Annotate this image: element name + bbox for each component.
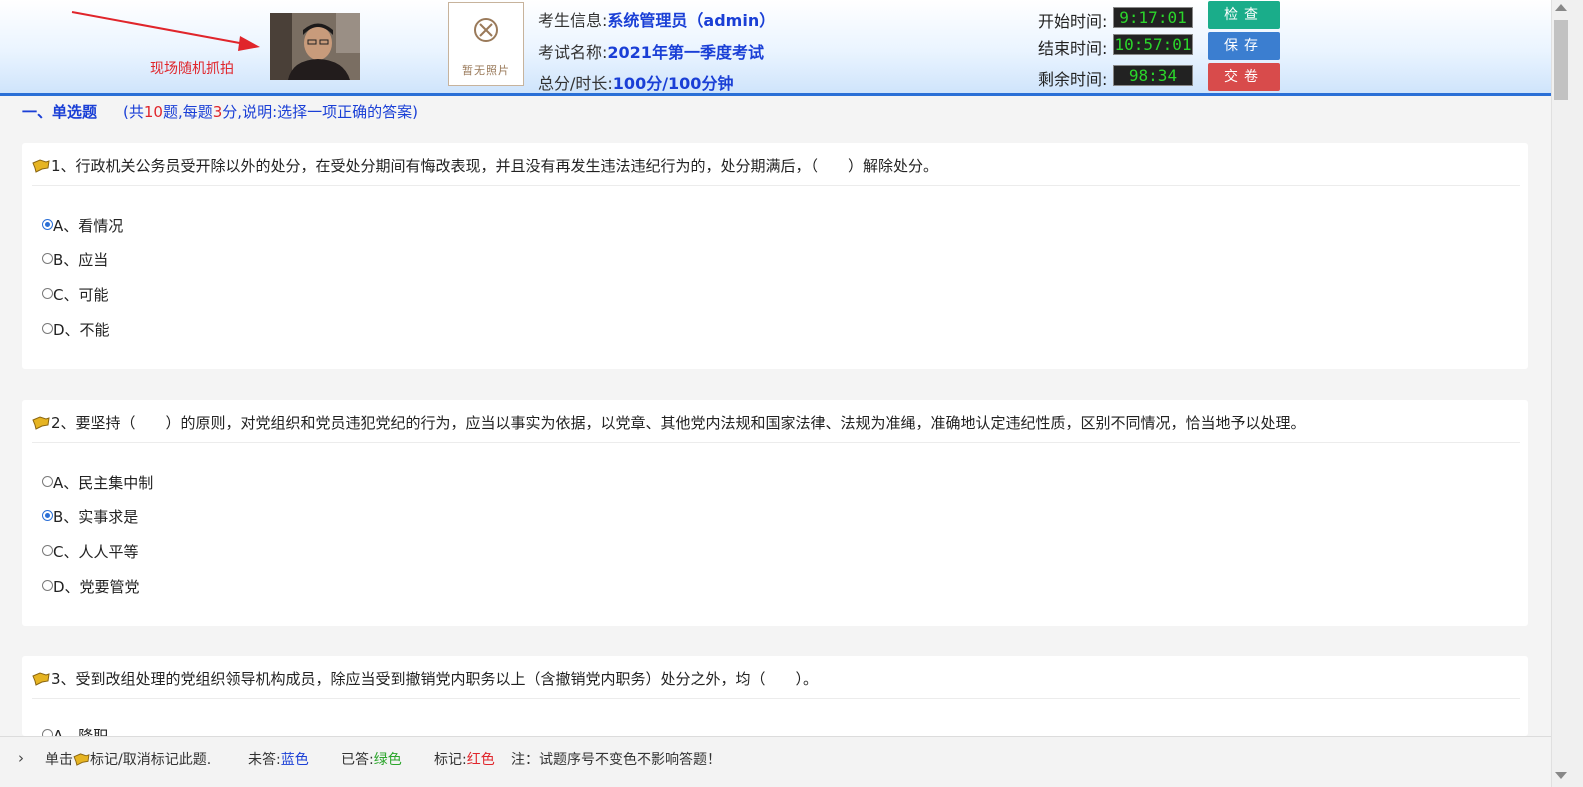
section-desc-prefix: (共 <box>123 103 144 121</box>
section-desc-suffix: 分,说明:选择一项正确的答案) <box>222 103 418 121</box>
option-b[interactable]: B、应当 <box>42 249 108 270</box>
option-a[interactable]: A、降职 <box>42 725 108 736</box>
question-text: 1、行政机关公务员受开除以外的处分，在受处分期间有悔改表现，并且没有再发生违法违… <box>51 157 939 175</box>
question-card-2: 2、要坚持（ ）的原则，对党组织和党员违犯党纪的行为，应当以事实为依据，以党章、… <box>22 400 1528 626</box>
submit-button[interactable]: 交卷 <box>1208 63 1280 91</box>
question-divider <box>32 442 1520 443</box>
score-duration-info: 总分/时长:100分/100分钟 <box>538 70 733 94</box>
webcam-snapshot <box>270 13 360 80</box>
save-button[interactable]: 保存 <box>1208 32 1280 60</box>
question-text: 3、受到改组处理的党组织领导机构成员，除应当受到撤销党内职务以上（含撤销党内职务… <box>51 670 819 688</box>
candidate-info: 考生信息:系统管理员（admin） <box>538 7 775 31</box>
option-label: B、实事求是 <box>53 508 139 526</box>
candidate-photo-placeholder: 暂无照片 <box>448 2 524 86</box>
legend-label: 标记: <box>434 752 467 768</box>
no-photo-icon <box>474 18 498 42</box>
section-question-count: 10 <box>143 103 163 121</box>
exam-name-info: 考试名称:2021年第一季度考试 <box>538 39 764 63</box>
legend-label: 已答: <box>341 752 374 768</box>
mark-flag-icon[interactable] <box>32 416 50 430</box>
section-title: 一、单选题 (共10题,每题3分,说明:选择一项正确的答案) <box>22 101 418 122</box>
legend-value: 绿色 <box>373 752 402 768</box>
mark-flag-icon[interactable] <box>32 159 50 173</box>
option-radio[interactable] <box>42 545 53 556</box>
score-duration-label: 总分/时长: <box>538 74 613 93</box>
question-title: 3、受到改组处理的党组织领导机构成员，除应当受到撤销党内职务以上（含撤销党内职务… <box>32 668 818 689</box>
mark-flag-icon[interactable] <box>32 672 50 686</box>
exam-header: 现场随机抓拍 暂无照片 考生信息:系统管理员（admin） 考试名称:2021年… <box>0 0 1551 96</box>
page-scrollbar[interactable] <box>1551 0 1583 787</box>
section-points-each: 3 <box>212 103 223 121</box>
section-desc-mid: 题,每题 <box>162 103 213 121</box>
question-title: 2、要坚持（ ）的原则，对党组织和党员违犯党纪的行为，应当以事实为依据，以党章、… <box>32 412 1306 433</box>
option-radio[interactable] <box>42 580 53 591</box>
option-radio[interactable] <box>42 729 53 736</box>
mark-hint-suffix: 标记/取消标记此题. <box>90 752 212 768</box>
option-a[interactable]: A、看情况 <box>42 215 123 236</box>
legend-marked: 标记:红色 <box>434 749 495 769</box>
remaining-time-value: 98:34 <box>1113 65 1193 86</box>
question-title: 1、行政机关公务员受开除以外的处分，在受处分期间有悔改表现，并且没有再发生违法违… <box>32 155 938 176</box>
exam-name-label: 考试名称: <box>538 43 608 62</box>
legend-unanswered: 未答:蓝色 <box>248 749 309 769</box>
scroll-up-arrow-icon[interactable] <box>1555 4 1567 11</box>
question-text: 2、要坚持（ ）的原则，对党组织和党员违犯党纪的行为，应当以事实为依据，以党章、… <box>51 414 1306 432</box>
option-label: D、不能 <box>53 321 110 339</box>
option-a[interactable]: A、民主集中制 <box>42 472 153 493</box>
end-time-label: 结束时间: <box>1038 39 1108 58</box>
option-label: D、党要管党 <box>53 578 140 596</box>
option-label: A、看情况 <box>53 217 124 235</box>
scroll-thumb[interactable] <box>1554 20 1568 100</box>
option-label: A、降职 <box>53 727 109 736</box>
check-button[interactable]: 检查 <box>1208 1 1280 29</box>
mark-hint: 单击 标记/取消标记此题. <box>45 749 211 769</box>
end-time-value: 10:57:01 <box>1113 34 1193 55</box>
question-card-3: 3、受到改组处理的党组织领导机构成员，除应当受到撤销党内职务以上（含撤销党内职务… <box>22 656 1528 736</box>
start-time-value: 9:17:01 <box>1113 7 1193 28</box>
option-b[interactable]: B、实事求是 <box>42 506 138 527</box>
exam-name-value: 2021年第一季度考试 <box>607 43 764 62</box>
candidate-value: 系统管理员（admin） <box>607 11 776 30</box>
question-divider <box>32 185 1520 186</box>
option-d[interactable]: D、党要管党 <box>42 576 140 597</box>
mark-flag-icon <box>73 753 90 766</box>
question-divider <box>32 698 1520 699</box>
section-name: 一、单选题 <box>22 103 98 121</box>
legend-answered: 已答:绿色 <box>341 749 402 769</box>
option-radio[interactable] <box>42 510 53 521</box>
option-c[interactable]: C、可能 <box>42 284 108 305</box>
option-c[interactable]: C、人人平等 <box>42 541 138 562</box>
legend-note: 注：试题序号不变色不影响答题！ <box>511 752 721 768</box>
legend-bar: › 单击 标记/取消标记此题. 未答:蓝色 已答:绿色 标记:红色 注：试题序号不… <box>0 736 1551 787</box>
mark-hint-prefix: 单击 <box>45 752 73 768</box>
legend-label: 未答: <box>248 752 281 768</box>
option-radio[interactable] <box>42 288 53 299</box>
option-radio[interactable] <box>42 323 53 334</box>
pointer-arrow-icon <box>71 11 260 51</box>
section-description: (共10题,每题3分,说明:选择一项正确的答案) <box>123 103 418 121</box>
legend-value: 蓝色 <box>280 752 309 768</box>
start-time-label: 开始时间: <box>1038 12 1108 31</box>
score-duration-value: 100分/100分钟 <box>612 74 734 93</box>
option-label: A、民主集中制 <box>53 474 154 492</box>
option-label: C、人人平等 <box>53 543 139 561</box>
random-snapshot-label: 现场随机抓拍 <box>150 61 234 77</box>
expand-chevron-icon[interactable]: › <box>18 749 24 767</box>
candidate-label: 考生信息: <box>538 11 608 30</box>
no-photo-text: 暂无照片 <box>462 64 510 77</box>
option-label: B、应当 <box>53 251 109 269</box>
option-label: C、可能 <box>53 286 109 304</box>
remaining-time-label: 剩余时间: <box>1038 70 1108 89</box>
option-d[interactable]: D、不能 <box>42 319 110 340</box>
option-radio[interactable] <box>42 476 53 487</box>
legend-value: 红色 <box>466 752 495 768</box>
option-radio[interactable] <box>42 253 53 264</box>
scroll-down-arrow-icon[interactable] <box>1555 772 1567 779</box>
option-radio[interactable] <box>42 219 53 230</box>
question-card-1: 1、行政机关公务员受开除以外的处分，在受处分期间有悔改表现，并且没有再发生违法违… <box>22 143 1528 369</box>
